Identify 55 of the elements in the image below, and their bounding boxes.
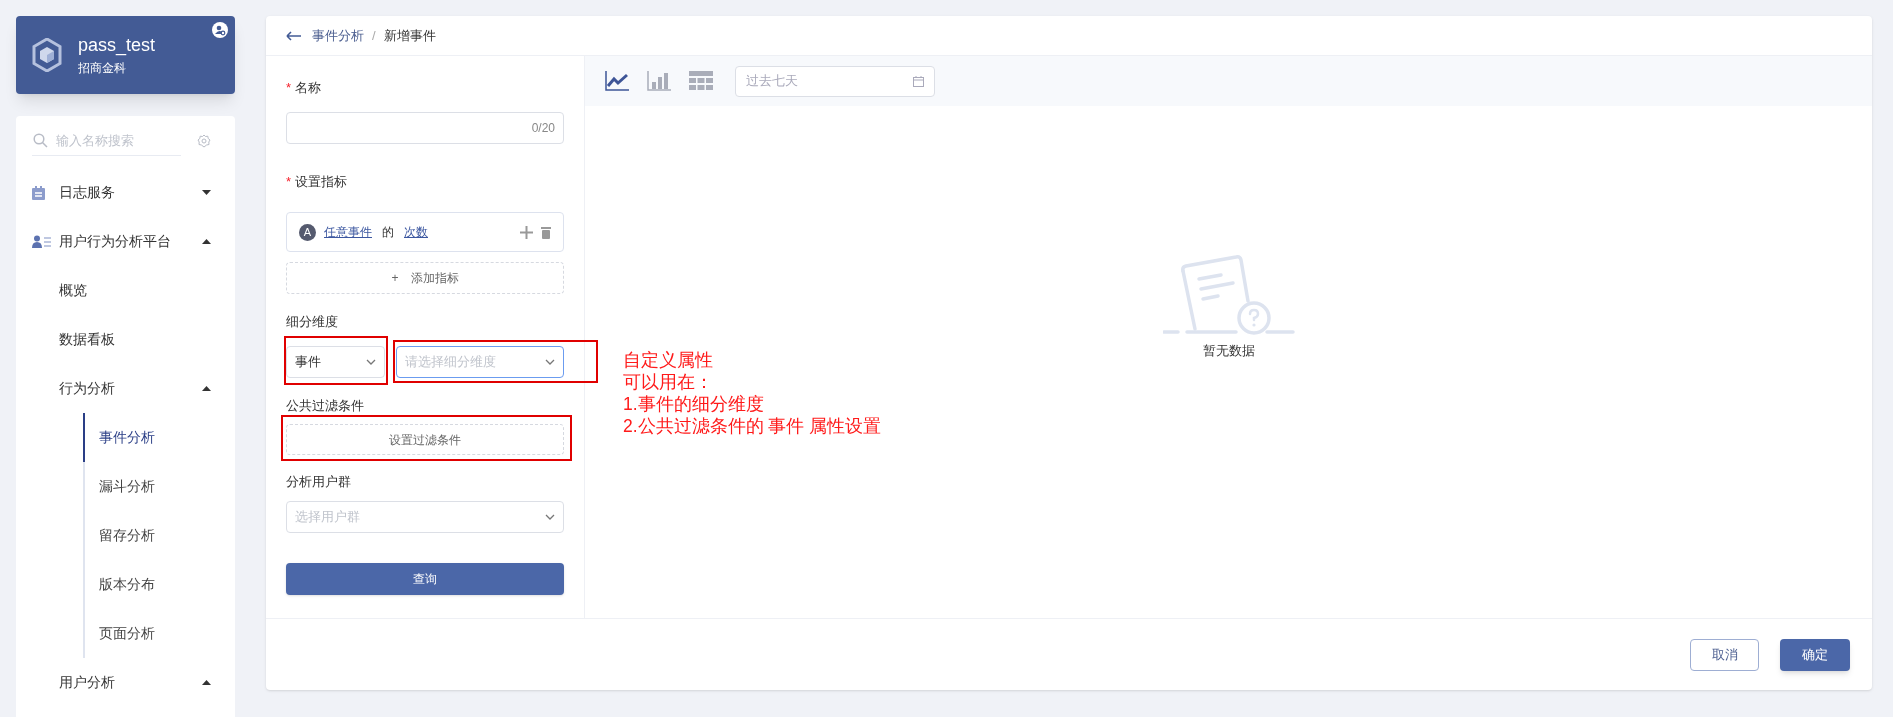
user-settings-icon[interactable] bbox=[212, 22, 228, 38]
confirm-button[interactable]: 确定 bbox=[1780, 638, 1850, 671]
breadcrumb-separator: / bbox=[372, 26, 376, 45]
field-label: 公共过滤条件 bbox=[286, 397, 365, 415]
calendar-icon bbox=[32, 185, 45, 200]
chevron-down-icon bbox=[545, 514, 555, 520]
breadcrumb-link[interactable]: 事件分析 bbox=[312, 25, 364, 46]
add-metric-button[interactable]: + 添加指标 bbox=[286, 262, 564, 294]
menu-item[interactable]: 日志服务 bbox=[59, 182, 202, 203]
search-icon bbox=[33, 133, 48, 148]
field-label: 细分维度 bbox=[286, 313, 339, 331]
character-counter: 0/20 bbox=[531, 120, 555, 137]
joiner-text: 的 bbox=[382, 224, 394, 241]
menu-item[interactable]: 版本分布 bbox=[99, 574, 155, 595]
plus-icon[interactable] bbox=[520, 225, 533, 239]
event-link[interactable]: 任意事件 bbox=[324, 223, 372, 241]
metric-badge: A bbox=[299, 223, 316, 241]
chevron-down-icon bbox=[366, 359, 377, 365]
menu-item[interactable]: 漏斗分析 bbox=[99, 476, 155, 497]
menu-item[interactable]: 页面分析 bbox=[99, 623, 155, 644]
project-name: pass_test bbox=[78, 36, 156, 54]
field-label: 名称 bbox=[295, 79, 322, 98]
measure-link[interactable]: 次数 bbox=[404, 223, 512, 241]
chevron-down-icon bbox=[545, 359, 555, 365]
trash-icon[interactable] bbox=[541, 225, 551, 239]
menu-item[interactable]: 概览 bbox=[59, 280, 211, 301]
search-field[interactable]: 输入名称搜索 bbox=[56, 130, 166, 151]
filter-button[interactable]: 设置过滤条件 bbox=[286, 424, 564, 455]
back-arrow-icon[interactable] bbox=[286, 30, 302, 41]
plus-sign: + bbox=[391, 270, 399, 287]
menu-item[interactable]: 事件分析 bbox=[99, 427, 155, 448]
cube-logo-icon bbox=[32, 38, 62, 72]
query-button[interactable]: 查询 bbox=[286, 563, 564, 595]
bar-chart-icon[interactable] bbox=[647, 71, 671, 91]
annotation-note: 自定义属性 可以用在： 1.事件的细分维度 2.公共过滤条件的 事件 属性设置 bbox=[623, 349, 882, 437]
user-list-icon bbox=[32, 235, 52, 248]
cancel-button[interactable]: 取消 bbox=[1690, 638, 1759, 671]
menu-item[interactable]: 数据看板 bbox=[59, 329, 211, 350]
menu-item[interactable]: 行为分析 bbox=[59, 378, 202, 399]
menu-item[interactable]: 留存分析 bbox=[99, 525, 155, 546]
field-label: 设置指标 bbox=[295, 173, 348, 192]
settings-icon[interactable] bbox=[197, 134, 211, 148]
breadcrumb-current: 新增事件 bbox=[383, 26, 436, 45]
name-input-field[interactable]: 0/20 bbox=[286, 112, 564, 144]
empty-state-text: 暂无数据 bbox=[1202, 342, 1255, 360]
table-icon[interactable] bbox=[689, 71, 713, 91]
menu-item[interactable]: 用户行为分析平台 bbox=[59, 231, 202, 252]
breakdown-type-select[interactable]: 事件 bbox=[286, 346, 386, 378]
required-mark: * bbox=[286, 79, 292, 98]
field-label: 分析用户群 bbox=[286, 473, 352, 491]
calendar-icon bbox=[913, 75, 924, 87]
menu-item[interactable]: 用户分析 bbox=[59, 672, 202, 693]
required-mark: * bbox=[286, 173, 292, 192]
project-company: 招商金科 bbox=[78, 62, 127, 74]
line-chart-icon[interactable] bbox=[605, 71, 629, 91]
